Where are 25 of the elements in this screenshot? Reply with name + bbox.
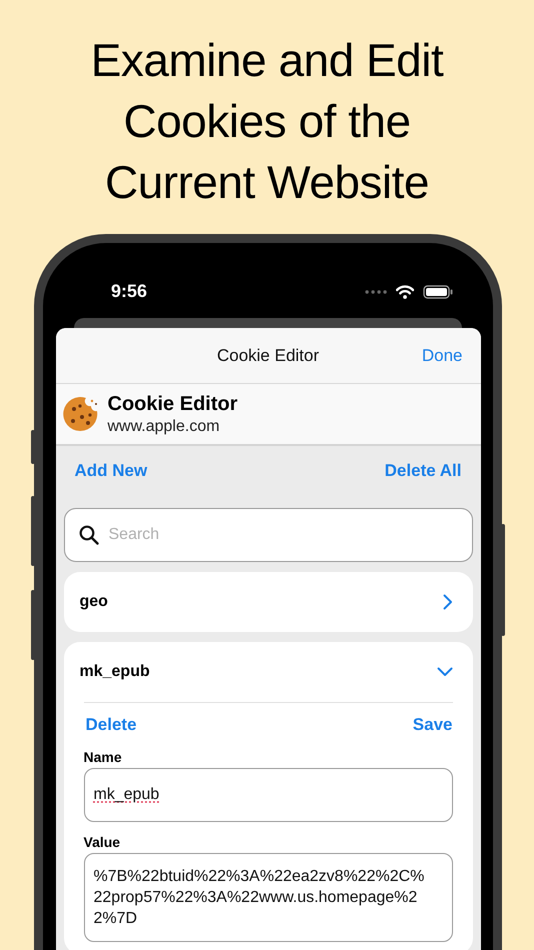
signal-icon (365, 290, 387, 294)
headline-text: Cookies of the (123, 94, 411, 149)
cookie-row[interactable]: geo (80, 572, 452, 632)
done-button[interactable]: Done (422, 346, 462, 366)
field-label: Name (84, 749, 123, 765)
extension-name: Cookie Editor (108, 392, 238, 416)
status-time: 9:56 (111, 281, 148, 302)
name-field[interactable]: mk_epub (84, 768, 452, 822)
chevron-down-icon (436, 667, 452, 677)
search-field[interactable]: Search (64, 508, 472, 562)
nav-title: Cookie Editor (216, 346, 320, 366)
battery-icon (423, 284, 453, 298)
save-button[interactable]: Save (412, 715, 452, 735)
cookie-icon (62, 395, 100, 433)
cookie-row[interactable]: mk_epub (80, 642, 452, 702)
chevron-right-icon (442, 594, 452, 610)
delete-button[interactable]: Delete (86, 715, 137, 735)
field-label: Value (84, 834, 122, 850)
wifi-icon (396, 284, 414, 298)
headline-text: Examine and Edit (90, 33, 444, 88)
headline-text: Current Website (104, 155, 429, 210)
add-new-button[interactable]: Add New (74, 461, 148, 481)
extension-domain: www.apple.com (108, 418, 221, 436)
delete-all-button[interactable]: Delete All (384, 461, 462, 481)
value-field[interactable]: %7B%22btuid%22%3A%22ea2zv8%22%2C%22prop57%22%3A%22www.us.homepage%22%7D (84, 853, 452, 942)
